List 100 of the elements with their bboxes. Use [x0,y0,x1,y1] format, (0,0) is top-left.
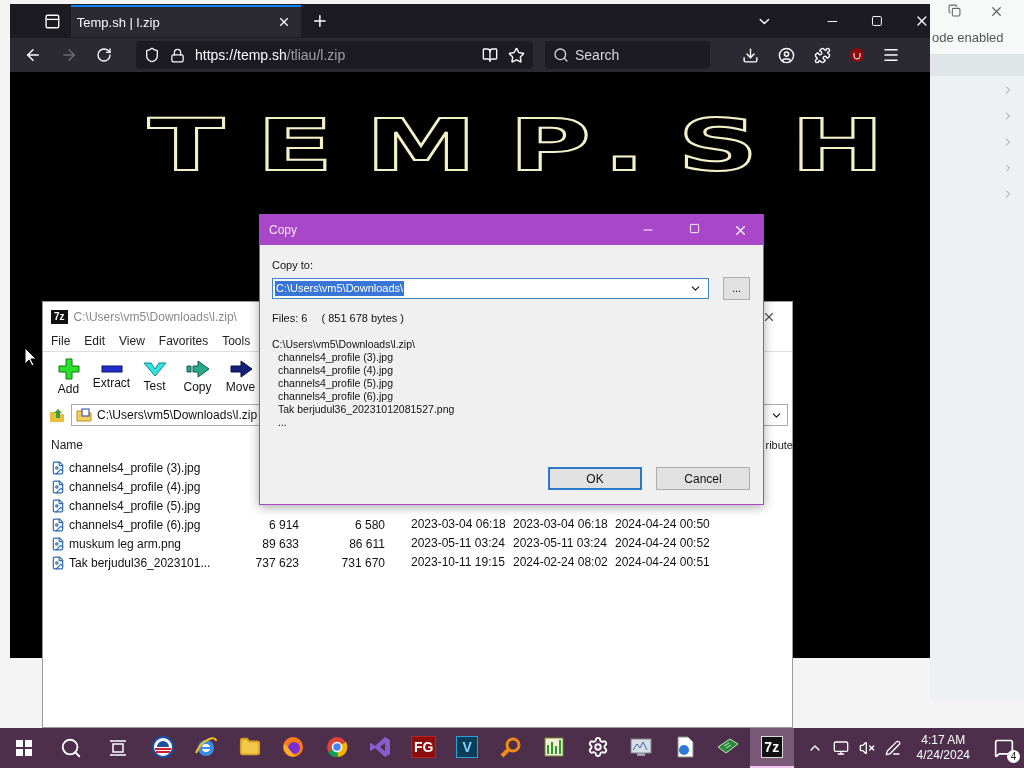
reload-icon[interactable] [96,47,112,63]
back-icon[interactable] [24,46,42,64]
browse-button[interactable]: ... [723,277,750,300]
restore-icon[interactable] [948,4,961,17]
modified-cell: 2023-10-11 19:15 [411,555,505,570]
taskbar-app-button[interactable]: FG [402,728,446,768]
ok-button[interactable]: OK [548,467,642,490]
windows-logo-icon [15,740,32,756]
gear-icon [586,736,609,758]
account-icon[interactable] [778,46,795,64]
browser-tab[interactable]: Temp.sh | l.zip [70,5,301,37]
size-cell-text: 737 623 [254,555,299,570]
notifications-icon[interactable] [994,738,1014,758]
file-list-item: channels4_profile (3).jpg [277,351,394,364]
chart-icon [543,736,566,758]
ribbon-logo-icon [369,736,392,758]
toolbar-button[interactable]: Test [133,354,176,400]
taskbar-app-button[interactable]: V [445,728,489,768]
file-name-cell[interactable]: channels4_profile (3).jpg [51,460,241,475]
archive-path: C:\Users\vm5\Downloads\l.zip\ [272,338,416,351]
accessed-cell: 2024-04-24 00:52 [615,536,710,551]
url-text: https://temp.sh/tliau/l.zip [195,47,347,63]
toolbar-button[interactable]: Move [219,354,262,400]
round-logo-icon [151,736,174,758]
tab-list-icon[interactable] [44,12,61,30]
archive-folder-icon [76,408,92,422]
clock[interactable]: 4:17 AM 4/24/2024 [910,733,976,763]
menu-item[interactable]: Favorites [158,334,209,348]
file-list-item: ... [277,416,288,429]
network-icon[interactable] [832,740,849,756]
menu-item[interactable]: Edit [84,334,106,348]
accessed-cell: 2024-04-24 00:50 [615,517,710,532]
menu-icon[interactable] [882,46,900,64]
toolbar-button[interactable]: Add [47,354,90,400]
notification-count: 4 [1007,750,1020,763]
packed-size-cell-text: 6 580 [353,517,385,532]
arrow-icon [228,360,253,378]
cancel-button[interactable]: Cancel [656,467,750,490]
shield-icon[interactable] [144,47,160,63]
file-list-item: channels4_profile (4).jpg [277,364,394,377]
created-cell: 2024-02-24 08:02 [513,555,608,570]
taskbar-app-button[interactable]: 7z [750,728,794,768]
menu-item[interactable]: File [51,334,71,348]
dialog-title: Copy [269,223,297,237]
new-tab-icon[interactable] [311,12,329,30]
globe-icon [194,735,219,759]
folder-up-icon[interactable] [49,407,65,423]
tab-title: Temp.sh | l.zip [76,14,160,30]
app-logo: 7z [51,309,68,324]
folder-icon [238,736,261,758]
monitor-icon [629,736,654,758]
task-view-icon [108,740,127,756]
packed-size-cell-text: 731 670 [340,555,385,570]
image-file-icon [51,460,65,475]
file-count: Files: 6 [272,312,308,324]
created-cell: 2023-05-11 03:24 [513,536,607,551]
download-icon[interactable] [742,46,759,64]
toolbar-button[interactable]: Extract [90,354,133,400]
url-field[interactable]: https://temp.sh/tliau/l.zip [136,41,533,69]
minus-icon [100,364,123,374]
shield-badge-icon[interactable] [850,48,864,62]
search-icon [59,737,82,759]
menu-item[interactable]: Tools [222,334,251,348]
search-field[interactable]: Search [545,41,710,69]
destination-combo[interactable]: C:\Users\vm5\Downloads\ [272,278,710,299]
file-name-cell[interactable]: muskum leg arm.png [51,536,241,551]
maximize-icon[interactable] [871,15,884,27]
column-header[interactable]: ribute [765,439,793,451]
window-title: C:\Users\vm5\Downloads\l.zip\ [73,309,237,324]
status-text: ode enabled [931,29,1005,47]
file-name-cell[interactable]: channels4_profile (4).jpg [51,479,241,494]
image-file-icon [51,498,65,513]
file-name-cell[interactable]: channels4_profile (6).jpg [51,517,241,532]
close-tab-icon[interactable] [277,15,291,29]
size-cell-text: 89 633 [261,536,299,551]
bookmark-star-icon[interactable] [508,46,525,64]
plus-icon [57,358,80,380]
byte-count: ( 851 678 bytes ) [321,312,405,324]
search-icon [553,47,569,63]
lock-icon[interactable] [170,47,185,63]
column-header[interactable]: Name [51,438,83,452]
size-cell-text: 6 914 [267,517,299,532]
extensions-icon[interactable] [814,46,831,64]
volume-muted-icon[interactable] [858,740,875,756]
menu-item[interactable]: View [119,334,145,348]
packed-size-cell-text: 86 611 [348,536,385,551]
pen-icon[interactable] [884,740,901,756]
modified-cell: 2023-03-04 06:18 [411,517,506,532]
chevron-icon [142,361,167,377]
modified-cell: 2023-05-11 03:24 [411,536,505,551]
mouse-pointer-icon [24,347,36,367]
file-list-item: Tak berjudul36_20231012081527.png [277,403,456,416]
reader-view-icon[interactable] [482,47,498,63]
site-logo: TEMP.SH [148,112,917,178]
created-cell: 2023-03-04 06:18 [513,517,608,532]
toolbar-button[interactable]: Copy [176,354,219,400]
file-name-cell[interactable]: channels4_profile (5).jpg [51,498,241,513]
fox-globe-icon [282,736,305,758]
file-name-cell[interactable]: Tak berjudul36_2023101... [51,555,241,570]
wheel-logo-icon [325,736,348,758]
